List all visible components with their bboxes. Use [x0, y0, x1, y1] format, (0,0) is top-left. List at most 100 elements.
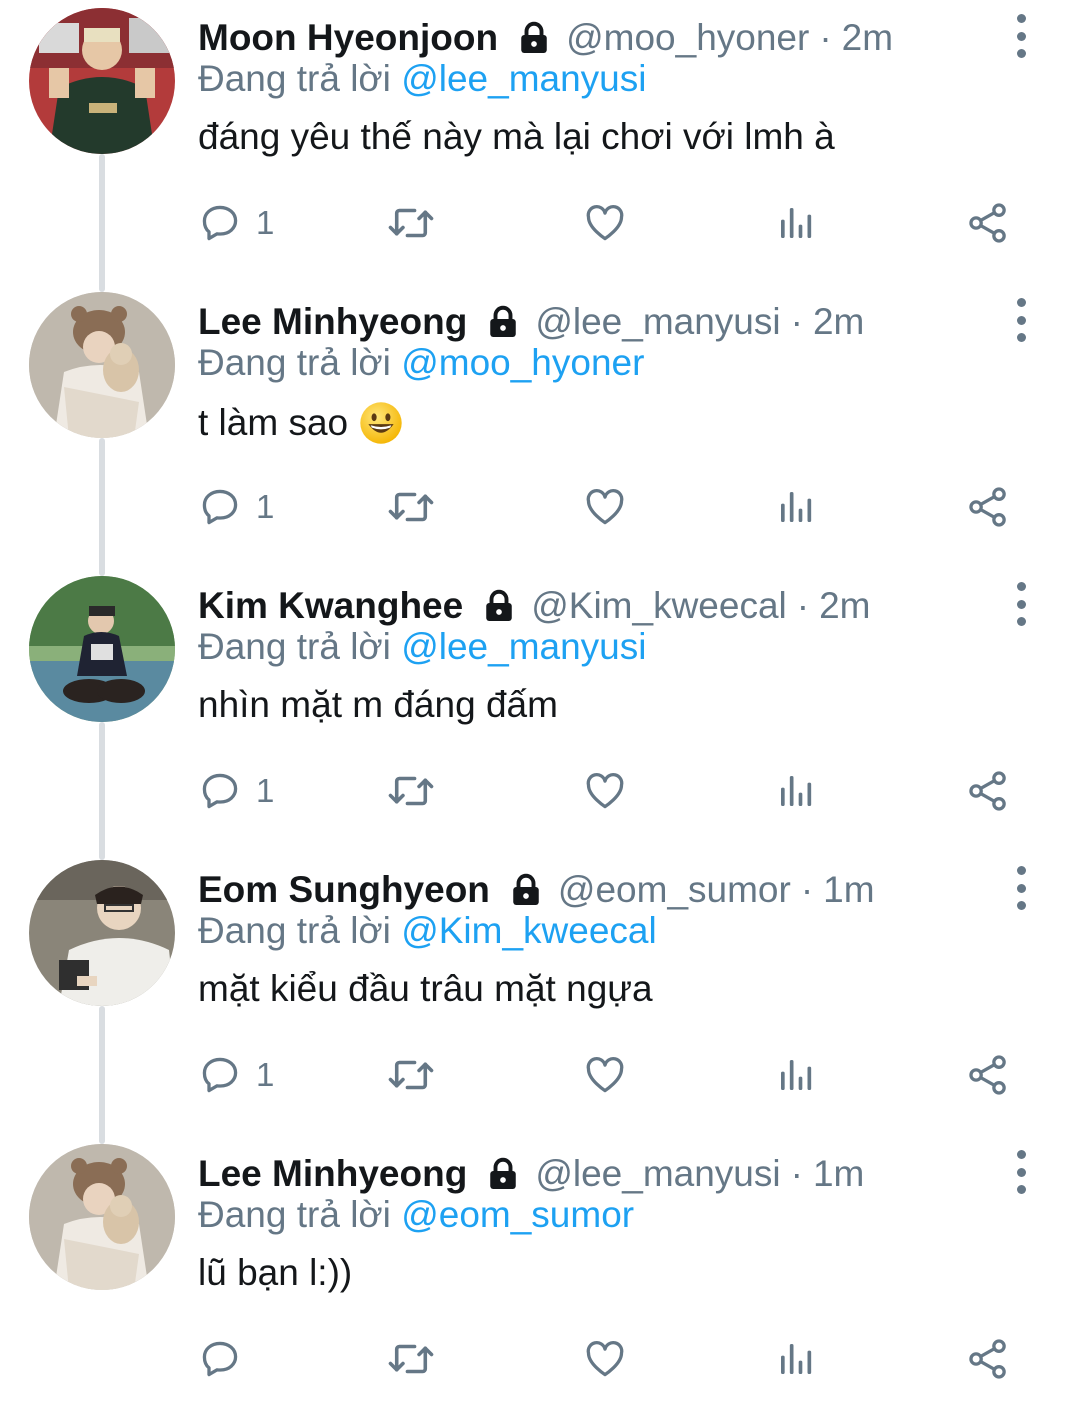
replying-to-label: Đang trả lời [198, 1194, 402, 1235]
retweet-button[interactable] [386, 1040, 436, 1110]
tweet-text-body: nhìn mặt m đáng đấm [198, 684, 558, 725]
avatar[interactable] [29, 576, 175, 722]
tweet[interactable]: Kim Kwanghee @Kim_kweecal · 2m Đang trả lời … [0, 568, 1080, 852]
heart-icon [582, 1337, 628, 1381]
tweet-text-body: lũ bạn l:)) [198, 1252, 353, 1293]
user-handle[interactable]: @lee_manyusi [535, 301, 780, 343]
tweet-text: t làm sao [198, 400, 404, 446]
avatar[interactable] [29, 8, 175, 154]
like-button[interactable] [582, 188, 628, 258]
retweet-button[interactable] [386, 756, 436, 826]
reply-count: 1 [256, 204, 275, 241]
analytics-button[interactable] [776, 1324, 816, 1394]
lock-icon [481, 588, 517, 624]
reply-button[interactable]: 1 [198, 1040, 274, 1110]
share-button[interactable] [966, 188, 1010, 258]
retweet-button[interactable] [386, 188, 436, 258]
more-vertical-icon[interactable] [1005, 298, 1037, 342]
tweet[interactable]: Lee Minhyeong @lee_manyusi · 1m Đang trả lời… [0, 1136, 1080, 1420]
reply-button[interactable]: 1 [198, 756, 274, 826]
retweet-button[interactable] [386, 1324, 436, 1394]
more-vertical-icon[interactable] [1005, 14, 1037, 58]
replying-to-label: Đang trả lời [198, 910, 402, 951]
reply-count: 1 [256, 488, 275, 525]
reply-icon [198, 1337, 242, 1381]
like-button[interactable] [582, 756, 628, 826]
timestamp[interactable]: 1m [823, 869, 874, 911]
display-name[interactable]: Eom Sunghyeon [198, 869, 490, 911]
avatar[interactable] [29, 860, 175, 1006]
separator-dot: · [800, 869, 814, 910]
like-button[interactable] [582, 1324, 628, 1394]
share-icon [966, 1053, 1010, 1097]
timestamp[interactable]: 2m [842, 17, 893, 59]
reply-icon [198, 201, 242, 245]
timestamp[interactable]: 1m [813, 1153, 864, 1195]
analytics-icon [776, 487, 816, 527]
tweet-actions: 1 [0, 756, 1080, 826]
display-name[interactable]: Kim Kwanghee [198, 585, 463, 627]
tweet-text-body: mặt kiểu đầu trâu mặt ngựa [198, 968, 653, 1009]
timestamp[interactable]: 2m [813, 301, 864, 343]
share-button[interactable] [966, 1040, 1010, 1110]
analytics-button[interactable] [776, 1040, 816, 1110]
share-button[interactable] [966, 1324, 1010, 1394]
tweet-actions: 1 [0, 188, 1080, 258]
avatar[interactable] [29, 1144, 175, 1290]
tweet[interactable]: Lee Minhyeong @lee_manyusi · 2m Đang trả lời… [0, 284, 1080, 568]
replying-to-label: Đang trả lời [198, 58, 402, 99]
retweet-button[interactable] [386, 472, 436, 542]
share-button[interactable] [966, 472, 1010, 542]
like-button[interactable] [582, 472, 628, 542]
display-name[interactable]: Lee Minhyeong [198, 301, 467, 343]
tweet-text: nhìn mặt m đáng đấm [198, 684, 558, 726]
tweet-actions [0, 1324, 1080, 1394]
user-handle[interactable]: @Kim_kweecal [531, 585, 787, 627]
user-handle[interactable]: @eom_sumor [558, 869, 791, 911]
tweet[interactable]: Eom Sunghyeon @eom_sumor · 1m Đang trả lời @… [0, 852, 1080, 1136]
analytics-icon [776, 1055, 816, 1095]
user-handle[interactable]: @lee_manyusi [535, 1153, 780, 1195]
mention-link[interactable]: @lee_manyusi [401, 58, 646, 99]
tweet-text: đáng yêu thế này mà lại chơi với lmh à [198, 116, 835, 158]
separator-dot: · [790, 301, 803, 342]
reply-icon [198, 769, 242, 813]
timestamp[interactable]: 2m [819, 585, 870, 627]
retweet-icon [386, 485, 436, 529]
retweet-icon [386, 201, 436, 245]
more-vertical-icon[interactable] [1005, 582, 1037, 626]
heart-icon [582, 201, 628, 245]
reply-count: 1 [256, 772, 275, 809]
mention-link[interactable]: @lee_manyusi [401, 626, 646, 667]
separator-dot: · [819, 17, 832, 58]
analytics-icon [776, 1339, 816, 1379]
display-name[interactable]: Moon Hyeonjoon [198, 17, 498, 59]
analytics-button[interactable] [776, 472, 816, 542]
reply-button[interactable]: 1 [198, 188, 274, 258]
more-vertical-icon[interactable] [1005, 1150, 1037, 1194]
heart-icon [582, 1053, 628, 1097]
analytics-button[interactable] [776, 188, 816, 258]
replying-to: Đang trả lời @eom_sumor [198, 1194, 634, 1236]
reply-button[interactable]: 1 [198, 472, 274, 542]
tweet-actions: 1 [0, 472, 1080, 542]
tweet-actions: 1 [0, 1040, 1080, 1110]
lock-icon [508, 872, 544, 908]
share-button[interactable] [966, 756, 1010, 826]
retweet-icon [386, 1337, 436, 1381]
retweet-icon [386, 769, 436, 813]
reply-button[interactable] [198, 1324, 256, 1394]
tweet[interactable]: Moon Hyeonjoon @moo_hyoner · 2m Đang trả lời… [0, 0, 1080, 284]
user-handle[interactable]: @moo_hyoner [566, 17, 809, 59]
mention-link[interactable]: @eom_sumor [401, 1194, 634, 1235]
analytics-icon [776, 203, 816, 243]
avatar[interactable] [29, 292, 175, 438]
mention-link[interactable]: @Kim_kweecal [401, 910, 657, 951]
like-button[interactable] [582, 1040, 628, 1110]
replying-to-label: Đang trả lời [198, 342, 402, 383]
more-vertical-icon[interactable] [1005, 866, 1037, 910]
analytics-button[interactable] [776, 756, 816, 826]
lock-icon [516, 20, 552, 56]
mention-link[interactable]: @moo_hyoner [401, 342, 644, 383]
display-name[interactable]: Lee Minhyeong [198, 1153, 467, 1195]
